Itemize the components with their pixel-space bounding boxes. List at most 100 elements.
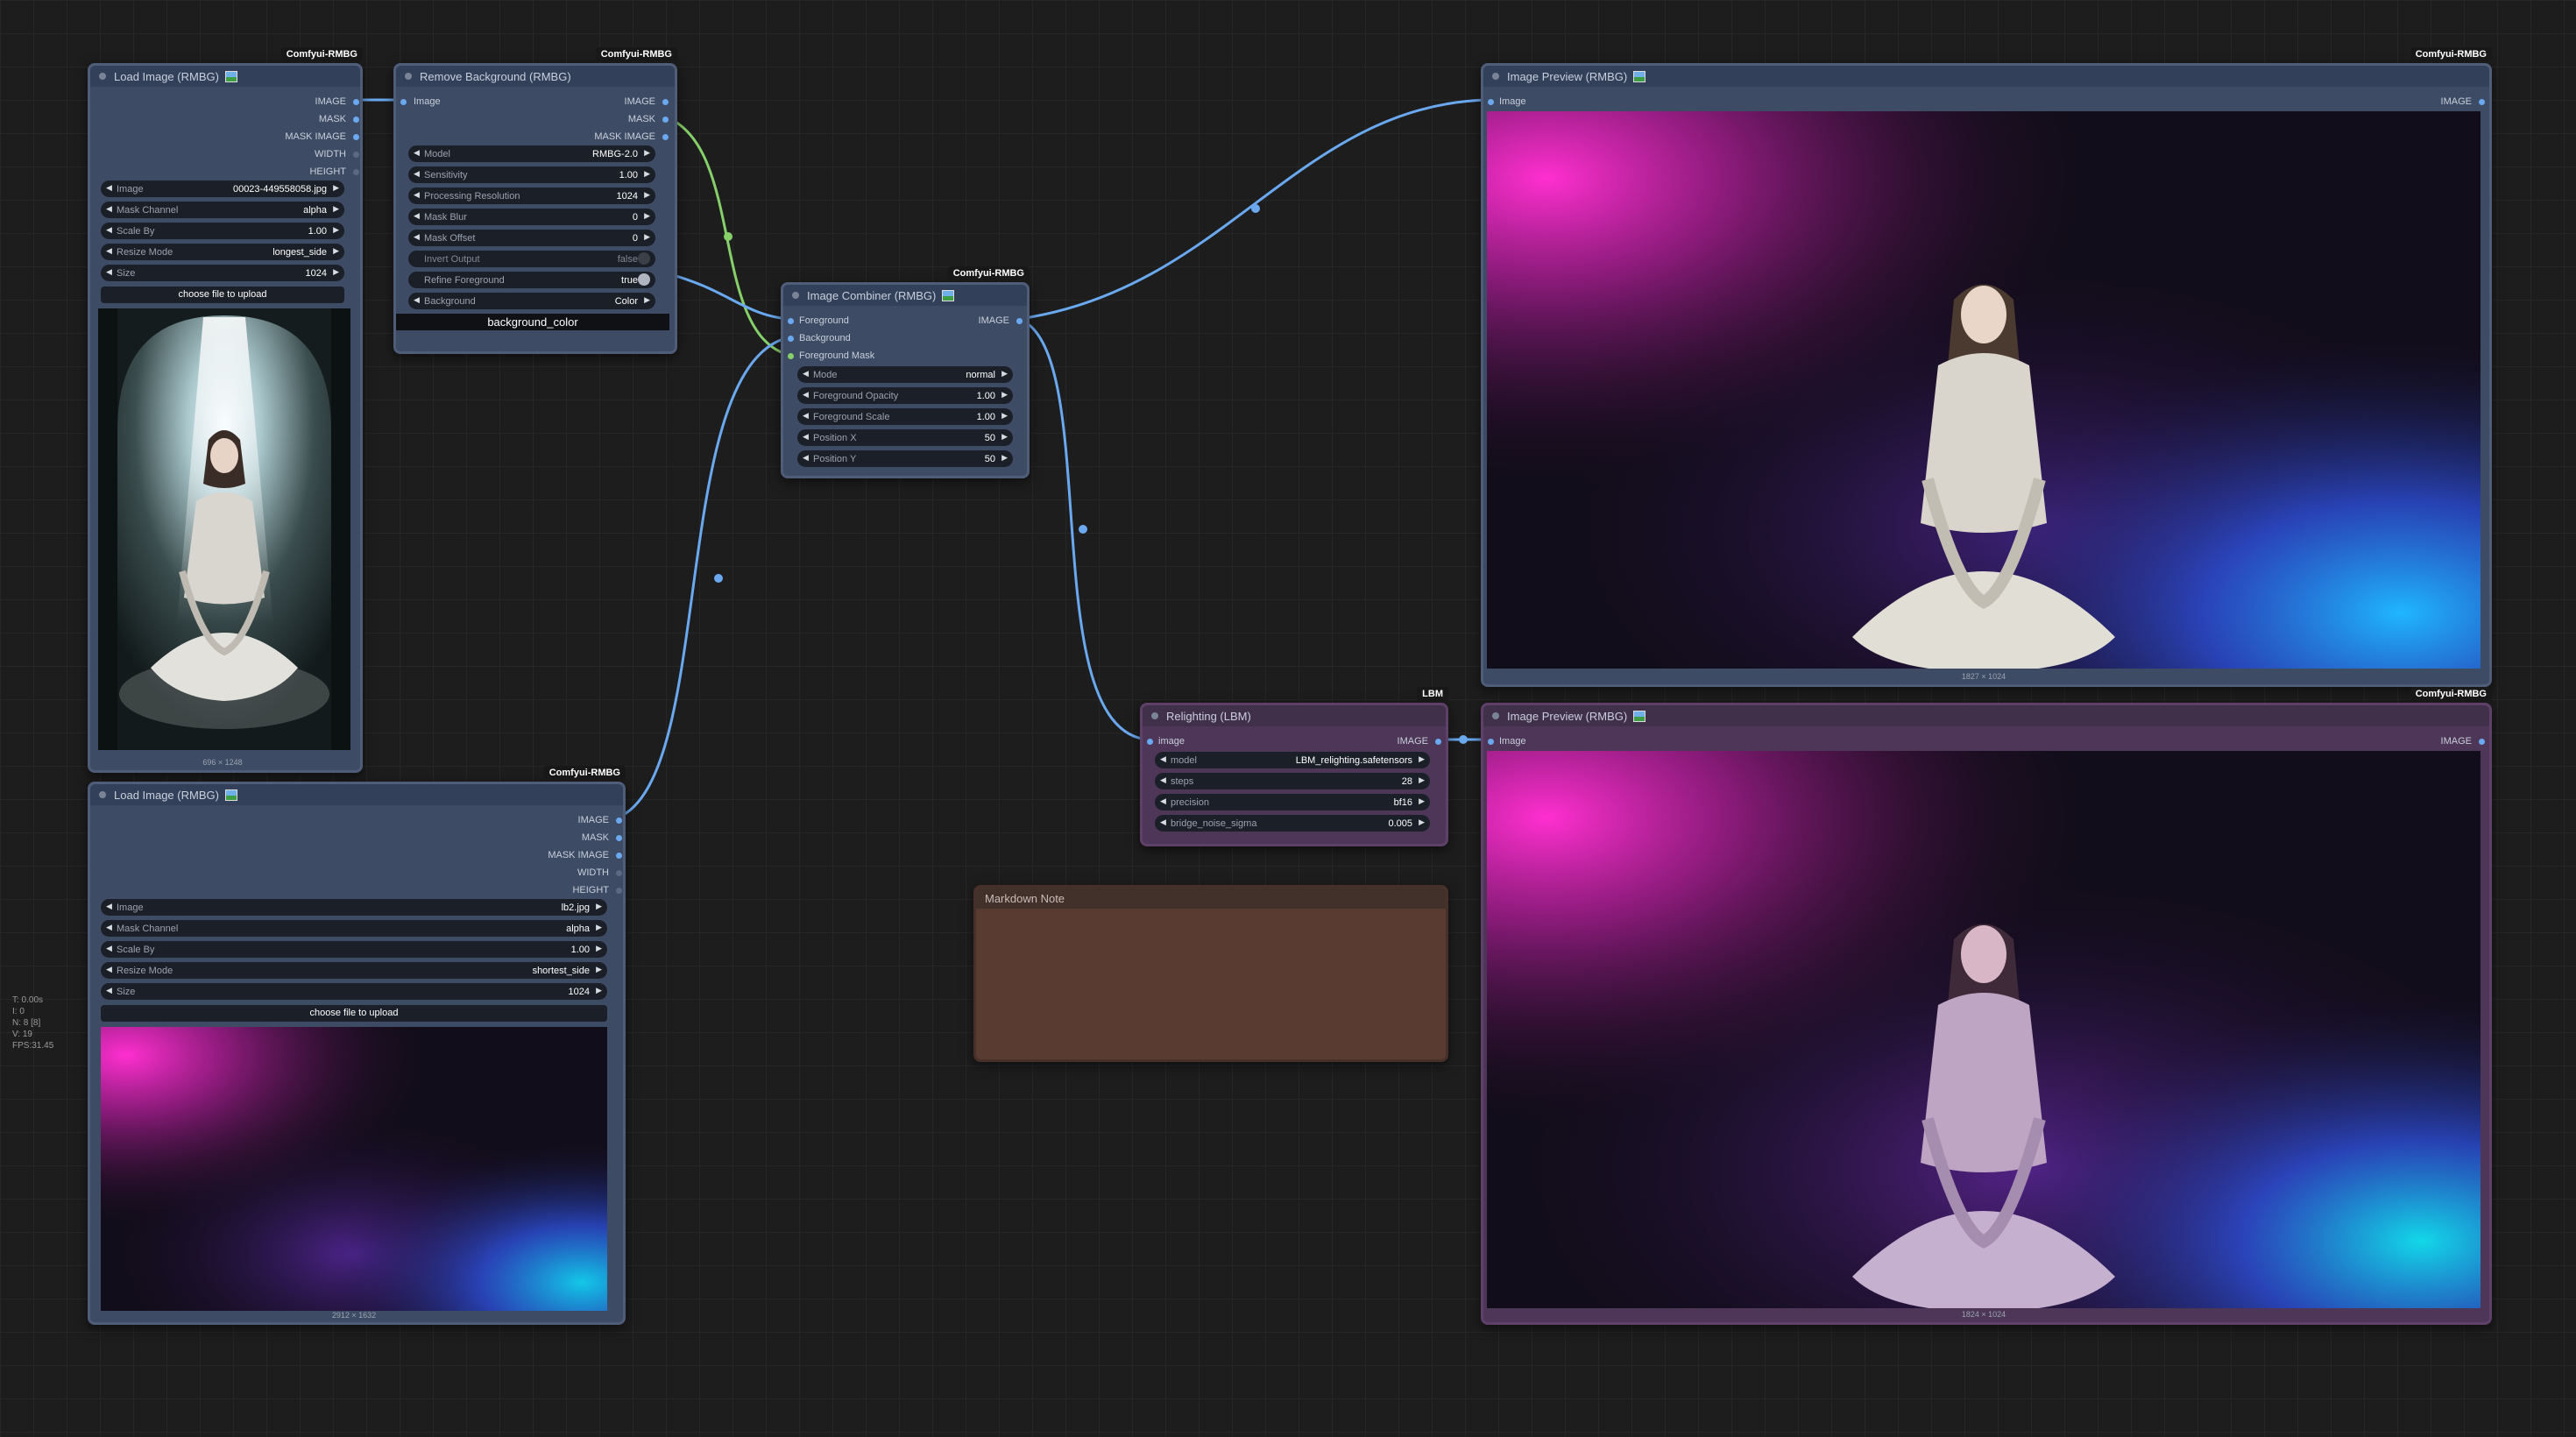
collapse-dot-icon[interactable] [792, 292, 799, 299]
output-height-label: HEIGHT [572, 885, 609, 895]
output-mask-socket[interactable] [353, 117, 359, 123]
widget-mode[interactable]: Mode normal [797, 366, 1013, 383]
node-header[interactable]: Load Image (RMBG) [90, 66, 360, 87]
widget-model[interactable]: Model RMBG-2.0 [408, 145, 655, 162]
widget-value: false [617, 253, 638, 265]
input-foreground-socket[interactable] [788, 318, 794, 324]
output-image-socket[interactable] [1016, 318, 1023, 324]
widget-value: normal [966, 369, 995, 380]
node-header[interactable]: Image Preview (RMBG) [1483, 66, 2489, 87]
output-image-socket[interactable] [353, 99, 359, 105]
widget-value: bf16 [1393, 796, 1412, 808]
output-mask-image-label: MASK IMAGE [548, 850, 609, 860]
collapse-dot-icon[interactable] [1151, 712, 1158, 719]
output-image-label: IMAGE [2440, 736, 2472, 747]
widget-value: alpha [303, 204, 327, 216]
widget-size[interactable]: Size 1024 [101, 983, 607, 1000]
background-color-field[interactable]: background_color [396, 314, 669, 330]
node-header[interactable]: Image Preview (RMBG) [1483, 705, 2489, 726]
stat-v: V: 19 [12, 1030, 32, 1039]
load-image-node-2[interactable]: Comfyui-RMBG Load Image (RMBG) IMAGE MAS… [88, 766, 626, 1325]
collapse-dot-icon[interactable] [99, 791, 106, 798]
upload-button[interactable]: choose file to upload [101, 1005, 607, 1022]
widget-label: Processing Resolution [424, 190, 520, 202]
image-preview-node-2[interactable]: Comfyui-RMBG Image Preview (RMBG) Image … [1481, 687, 2492, 1325]
remove-background-node[interactable]: Comfyui-RMBG Remove Background (RMBG) Im… [393, 47, 677, 354]
widget-scale-by[interactable]: Scale By 1.00 [101, 941, 607, 958]
image-icon [1633, 70, 1646, 82]
widget-value: 1.00 [976, 390, 995, 401]
output-width-socket[interactable] [616, 870, 622, 876]
widget-bridge-noise-sigma[interactable]: bridge_noise_sigma 0.005 [1155, 815, 1430, 832]
collapse-dot-icon[interactable] [1492, 73, 1499, 80]
node-header[interactable]: Image Combiner (RMBG) [783, 285, 1027, 306]
widget-precision[interactable]: precision bf16 [1155, 794, 1430, 811]
output-mask-image-socket[interactable] [353, 134, 359, 140]
output-image-socket[interactable] [1435, 739, 1441, 745]
widget-resize-mode[interactable]: Resize Mode longest_side [101, 244, 344, 260]
load-image-node-1[interactable]: Comfyui-RMBG Load Image (RMBG) IMAGE MAS… [88, 47, 363, 773]
node-header[interactable]: Markdown Note [976, 888, 1446, 909]
input-image-socket[interactable] [1147, 739, 1153, 745]
output-image-socket[interactable] [2479, 739, 2485, 745]
upload-button[interactable]: choose file to upload [101, 287, 344, 303]
collapse-dot-icon[interactable] [99, 73, 106, 80]
widget-invert-output[interactable]: Invert Output false [408, 251, 655, 267]
widget-mask-channel[interactable]: Mask Channel alpha [101, 202, 344, 218]
node-header[interactable]: Load Image (RMBG) [90, 784, 623, 805]
widget-processing-resolution[interactable]: Processing Resolution 1024 [408, 188, 655, 204]
widget-value: 0 [632, 232, 638, 244]
stat-nodes: N: 8 [8] [12, 1018, 41, 1028]
widget-value: 1.00 [619, 169, 638, 181]
widget-position-y[interactable]: Position Y 50 [797, 450, 1013, 467]
node-badge: Comfyui-RMBG [2410, 47, 2492, 61]
collapse-dot-icon[interactable] [1492, 712, 1499, 719]
input-image-socket[interactable] [400, 99, 407, 105]
widget-background[interactable]: Background Color [408, 293, 655, 309]
output-mask-socket[interactable] [616, 835, 622, 841]
widget-mask-offset[interactable]: Mask Offset 0 [408, 230, 655, 246]
node-header[interactable]: Relighting (LBM) [1143, 705, 1446, 726]
input-foreground-mask-socket[interactable] [788, 353, 794, 359]
image-combiner-node[interactable]: Comfyui-RMBG Image Combiner (RMBG) Foreg… [781, 266, 1030, 478]
widget-foreground-opacity[interactable]: Foreground Opacity 1.00 [797, 387, 1013, 404]
widget-mask-blur[interactable]: Mask Blur 0 [408, 209, 655, 225]
collapse-dot-icon[interactable] [405, 73, 412, 80]
image-icon [942, 289, 955, 301]
output-mask-socket[interactable] [662, 117, 669, 123]
markdown-note-node[interactable]: Markdown Note [973, 885, 1448, 1062]
widget-foreground-scale[interactable]: Foreground Scale 1.00 [797, 408, 1013, 425]
output-mask-image-socket[interactable] [662, 134, 669, 140]
wire-combiner-to-relight [1018, 317, 1148, 741]
node-title: Relighting (LBM) [1166, 709, 1251, 723]
node-badge: Comfyui-RMBG [543, 766, 626, 780]
output-height-socket[interactable] [353, 169, 359, 175]
node-header[interactable]: Remove Background (RMBG) [396, 66, 675, 87]
node-badge: Comfyui-RMBG [595, 47, 677, 61]
output-width-socket[interactable] [353, 152, 359, 158]
input-background-socket[interactable] [788, 336, 794, 342]
image-preview-node-1[interactable]: Comfyui-RMBG Image Preview (RMBG) Image … [1481, 47, 2492, 687]
input-image-label: image [1158, 736, 1185, 747]
widget-resize-mode[interactable]: Resize Mode shortest_side [101, 962, 607, 979]
output-height-socket[interactable] [616, 888, 622, 894]
widget-scale-by[interactable]: Scale By 1.00 [101, 223, 344, 239]
widget-image[interactable]: Image lb2.jpg [101, 899, 607, 916]
output-mask-label: MASK [581, 832, 609, 843]
output-mask-image-socket[interactable] [616, 853, 622, 859]
widget-image[interactable]: Image 00023-449558058.jpg [101, 181, 344, 197]
output-image-socket[interactable] [616, 818, 622, 824]
input-image-socket[interactable] [1488, 739, 1494, 745]
widget-mask-channel[interactable]: Mask Channel alpha [101, 920, 607, 937]
widget-steps[interactable]: steps 28 [1155, 773, 1430, 789]
widget-sensitivity[interactable]: Sensitivity 1.00 [408, 166, 655, 183]
output-image-socket[interactable] [662, 99, 669, 105]
image-icon [1633, 710, 1646, 722]
widget-refine-foreground[interactable]: Refine Foreground true [408, 272, 655, 288]
widget-position-x[interactable]: Position X 50 [797, 429, 1013, 446]
output-image-socket[interactable] [2479, 99, 2485, 105]
widget-size[interactable]: Size 1024 [101, 265, 344, 281]
widget-model[interactable]: model LBM_relighting.safetensors [1155, 752, 1430, 768]
relighting-node[interactable]: LBM Relighting (LBM) image IMAGE model LB… [1140, 687, 1448, 846]
input-image-socket[interactable] [1488, 99, 1494, 105]
